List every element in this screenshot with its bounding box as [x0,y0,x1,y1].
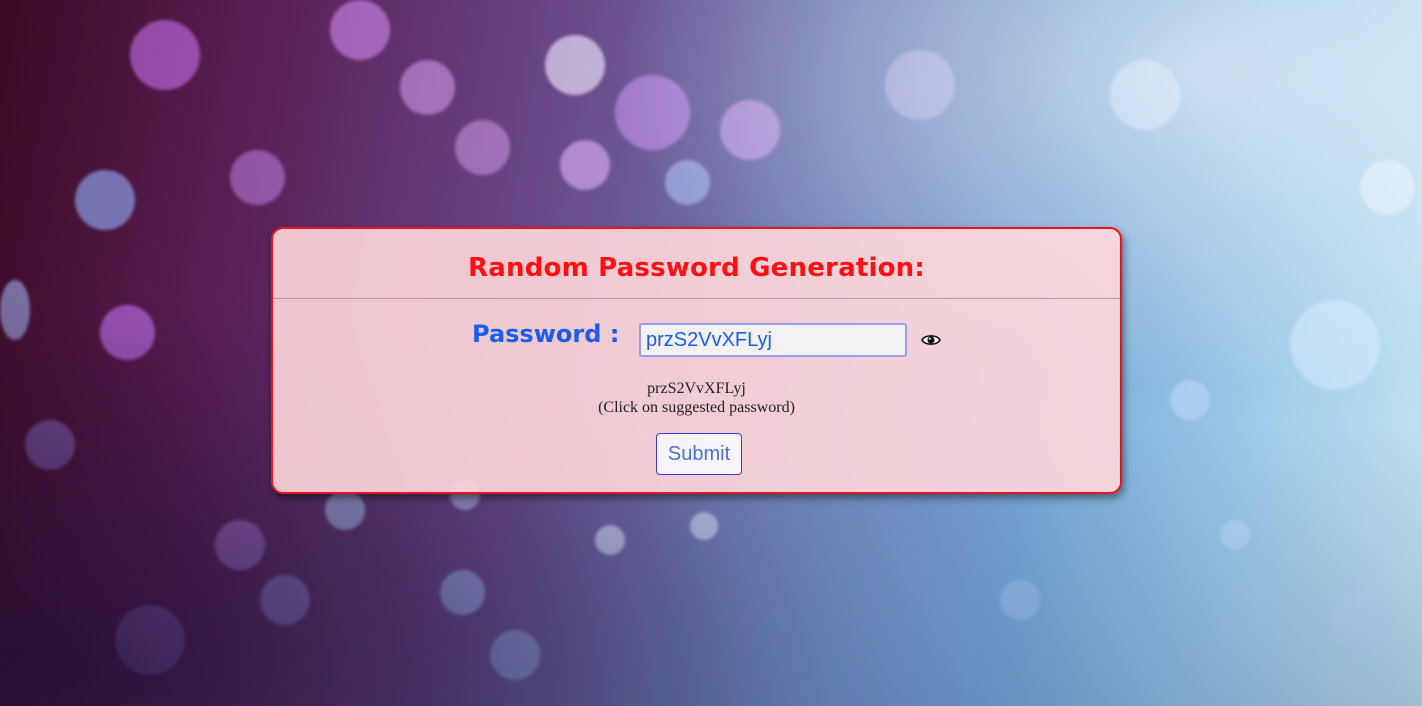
suggested-password[interactable]: przS2VvXFLyj [273,379,1120,398]
password-input[interactable] [639,323,907,357]
title-divider [273,298,1120,299]
eye-icon[interactable] [921,330,941,350]
password-label: Password : [472,320,620,348]
suggestion-hint: (Click on suggested password) [598,399,795,416]
password-card: Random Password Generation: Password : p… [271,227,1122,494]
card-title: Random Password Generation: [468,253,925,283]
submit-button[interactable]: Submit [656,433,742,475]
suggestion-block: przS2VvXFLyj (Click on suggested passwor… [273,379,1120,417]
